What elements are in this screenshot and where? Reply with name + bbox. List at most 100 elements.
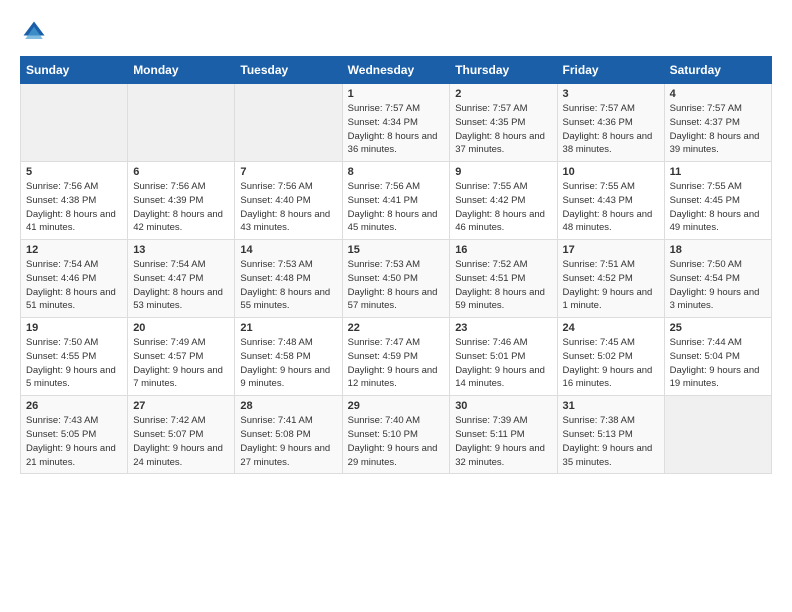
calendar-cell: 28 Sunrise: 7:41 AM Sunset: 5:08 PM Dayli… (235, 396, 342, 474)
calendar-table: SundayMondayTuesdayWednesdayThursdayFrid… (20, 56, 772, 474)
day-info: Sunrise: 7:40 AM Sunset: 5:10 PM Dayligh… (348, 414, 445, 469)
weekday-header-row: SundayMondayTuesdayWednesdayThursdayFrid… (21, 57, 772, 84)
day-number: 26 (26, 400, 122, 412)
day-number: 25 (670, 322, 766, 334)
day-info: Sunrise: 7:55 AM Sunset: 4:43 PM Dayligh… (563, 180, 659, 235)
calendar-cell: 12 Sunrise: 7:54 AM Sunset: 4:46 PM Dayli… (21, 240, 128, 318)
day-number: 30 (455, 400, 551, 412)
day-info: Sunrise: 7:42 AM Sunset: 5:07 PM Dayligh… (133, 414, 229, 469)
day-number: 12 (26, 244, 122, 256)
day-number: 29 (348, 400, 445, 412)
day-info: Sunrise: 7:57 AM Sunset: 4:37 PM Dayligh… (670, 102, 766, 157)
calendar-cell: 27 Sunrise: 7:42 AM Sunset: 5:07 PM Dayli… (128, 396, 235, 474)
day-number: 18 (670, 244, 766, 256)
calendar-cell: 8 Sunrise: 7:56 AM Sunset: 4:41 PM Daylig… (342, 162, 450, 240)
calendar-cell: 13 Sunrise: 7:54 AM Sunset: 4:47 PM Dayli… (128, 240, 235, 318)
weekday-header-friday: Friday (557, 57, 664, 84)
calendar-week-row: 26Sunrise: 7:43 AM Sunset: 5:05 PM Dayli… (21, 396, 772, 474)
day-number: 5 (26, 166, 122, 178)
calendar-cell: 18 Sunrise: 7:50 AM Sunset: 4:54 PM Dayli… (664, 240, 771, 318)
day-number: 28 (240, 400, 336, 412)
day-info: Sunrise: 7:50 AM Sunset: 4:54 PM Dayligh… (670, 258, 766, 313)
weekday-header-wednesday: Wednesday (342, 57, 450, 84)
day-number: 9 (455, 166, 551, 178)
day-info: Sunrise: 7:54 AM Sunset: 4:47 PM Dayligh… (133, 258, 229, 313)
calendar-cell: 29 Sunrise: 7:40 AM Sunset: 5:10 PM Dayli… (342, 396, 450, 474)
day-number: 7 (240, 166, 336, 178)
day-info: Sunrise: 7:56 AM Sunset: 4:39 PM Dayligh… (133, 180, 229, 235)
calendar-cell: 9Sunrise: 7:55 AM Sunset: 4:42 PM Daylig… (450, 162, 557, 240)
calendar-cell: 31 Sunrise: 7:38 AM Sunset: 5:13 PM Dayli… (557, 396, 664, 474)
day-info: Sunrise: 7:55 AM Sunset: 4:45 PM Dayligh… (670, 180, 766, 235)
day-info: Sunrise: 7:57 AM Sunset: 4:34 PM Dayligh… (348, 102, 445, 157)
calendar-week-row: 1 Sunrise: 7:57 AM Sunset: 4:34 PM Daylig… (21, 84, 772, 162)
day-info: Sunrise: 7:56 AM Sunset: 4:40 PM Dayligh… (240, 180, 336, 235)
weekday-header-sunday: Sunday (21, 57, 128, 84)
weekday-header-tuesday: Tuesday (235, 57, 342, 84)
calendar-week-row: 12 Sunrise: 7:54 AM Sunset: 4:46 PM Dayli… (21, 240, 772, 318)
day-info: Sunrise: 7:44 AM Sunset: 5:04 PM Dayligh… (670, 336, 766, 391)
day-info: Sunrise: 7:54 AM Sunset: 4:46 PM Dayligh… (26, 258, 122, 313)
calendar-cell: 19 Sunrise: 7:50 AM Sunset: 4:55 PM Dayli… (21, 318, 128, 396)
day-info: Sunrise: 7:41 AM Sunset: 5:08 PM Dayligh… (240, 414, 336, 469)
calendar-cell: 6 Sunrise: 7:56 AM Sunset: 4:39 PM Daylig… (128, 162, 235, 240)
day-number: 19 (26, 322, 122, 334)
day-number: 2 (455, 88, 551, 100)
day-number: 20 (133, 322, 229, 334)
day-info: Sunrise: 7:56 AM Sunset: 4:41 PM Dayligh… (348, 180, 445, 235)
logo (20, 18, 52, 46)
calendar-cell: 26Sunrise: 7:43 AM Sunset: 5:05 PM Dayli… (21, 396, 128, 474)
calendar-cell: 16Sunrise: 7:52 AM Sunset: 4:51 PM Dayli… (450, 240, 557, 318)
calendar-cell: 11Sunrise: 7:55 AM Sunset: 4:45 PM Dayli… (664, 162, 771, 240)
calendar-cell: 4 Sunrise: 7:57 AM Sunset: 4:37 PM Daylig… (664, 84, 771, 162)
weekday-header-thursday: Thursday (450, 57, 557, 84)
calendar-cell: 1 Sunrise: 7:57 AM Sunset: 4:34 PM Daylig… (342, 84, 450, 162)
day-number: 22 (348, 322, 445, 334)
day-info: Sunrise: 7:57 AM Sunset: 4:35 PM Dayligh… (455, 102, 551, 157)
day-number: 23 (455, 322, 551, 334)
calendar-cell: 21 Sunrise: 7:48 AM Sunset: 4:58 PM Dayli… (235, 318, 342, 396)
day-number: 14 (240, 244, 336, 256)
day-info: Sunrise: 7:57 AM Sunset: 4:36 PM Dayligh… (563, 102, 659, 157)
day-number: 31 (563, 400, 659, 412)
day-number: 24 (563, 322, 659, 334)
day-number: 4 (670, 88, 766, 100)
day-info: Sunrise: 7:46 AM Sunset: 5:01 PM Dayligh… (455, 336, 551, 391)
day-info: Sunrise: 7:50 AM Sunset: 4:55 PM Dayligh… (26, 336, 122, 391)
calendar-cell (664, 396, 771, 474)
weekday-header-monday: Monday (128, 57, 235, 84)
day-number: 21 (240, 322, 336, 334)
calendar-week-row: 5Sunrise: 7:56 AM Sunset: 4:38 PM Daylig… (21, 162, 772, 240)
day-info: Sunrise: 7:47 AM Sunset: 4:59 PM Dayligh… (348, 336, 445, 391)
calendar-cell: 30 Sunrise: 7:39 AM Sunset: 5:11 PM Dayli… (450, 396, 557, 474)
calendar-cell: 15Sunrise: 7:53 AM Sunset: 4:50 PM Dayli… (342, 240, 450, 318)
day-info: Sunrise: 7:38 AM Sunset: 5:13 PM Dayligh… (563, 414, 659, 469)
calendar-cell: 24 Sunrise: 7:45 AM Sunset: 5:02 PM Dayli… (557, 318, 664, 396)
day-info: Sunrise: 7:49 AM Sunset: 4:57 PM Dayligh… (133, 336, 229, 391)
day-info: Sunrise: 7:53 AM Sunset: 4:48 PM Dayligh… (240, 258, 336, 313)
day-info: Sunrise: 7:45 AM Sunset: 5:02 PM Dayligh… (563, 336, 659, 391)
calendar-cell: 23 Sunrise: 7:46 AM Sunset: 5:01 PM Dayli… (450, 318, 557, 396)
day-number: 27 (133, 400, 229, 412)
day-number: 10 (563, 166, 659, 178)
day-info: Sunrise: 7:51 AM Sunset: 4:52 PM Dayligh… (563, 258, 659, 313)
day-number: 16 (455, 244, 551, 256)
day-info: Sunrise: 7:48 AM Sunset: 4:58 PM Dayligh… (240, 336, 336, 391)
day-number: 3 (563, 88, 659, 100)
day-info: Sunrise: 7:39 AM Sunset: 5:11 PM Dayligh… (455, 414, 551, 469)
logo-icon (20, 18, 48, 46)
day-number: 1 (348, 88, 445, 100)
calendar-cell: 3 Sunrise: 7:57 AM Sunset: 4:36 PM Daylig… (557, 84, 664, 162)
day-number: 13 (133, 244, 229, 256)
calendar-cell: 20 Sunrise: 7:49 AM Sunset: 4:57 PM Dayli… (128, 318, 235, 396)
calendar-cell: 10 Sunrise: 7:55 AM Sunset: 4:43 PM Dayli… (557, 162, 664, 240)
calendar-cell: 14 Sunrise: 7:53 AM Sunset: 4:48 PM Dayli… (235, 240, 342, 318)
day-number: 6 (133, 166, 229, 178)
calendar-cell: 25 Sunrise: 7:44 AM Sunset: 5:04 PM Dayli… (664, 318, 771, 396)
weekday-header-saturday: Saturday (664, 57, 771, 84)
day-number: 8 (348, 166, 445, 178)
calendar-cell: 7 Sunrise: 7:56 AM Sunset: 4:40 PM Daylig… (235, 162, 342, 240)
calendar-week-row: 19 Sunrise: 7:50 AM Sunset: 4:55 PM Dayli… (21, 318, 772, 396)
calendar-cell: 5Sunrise: 7:56 AM Sunset: 4:38 PM Daylig… (21, 162, 128, 240)
day-number: 17 (563, 244, 659, 256)
